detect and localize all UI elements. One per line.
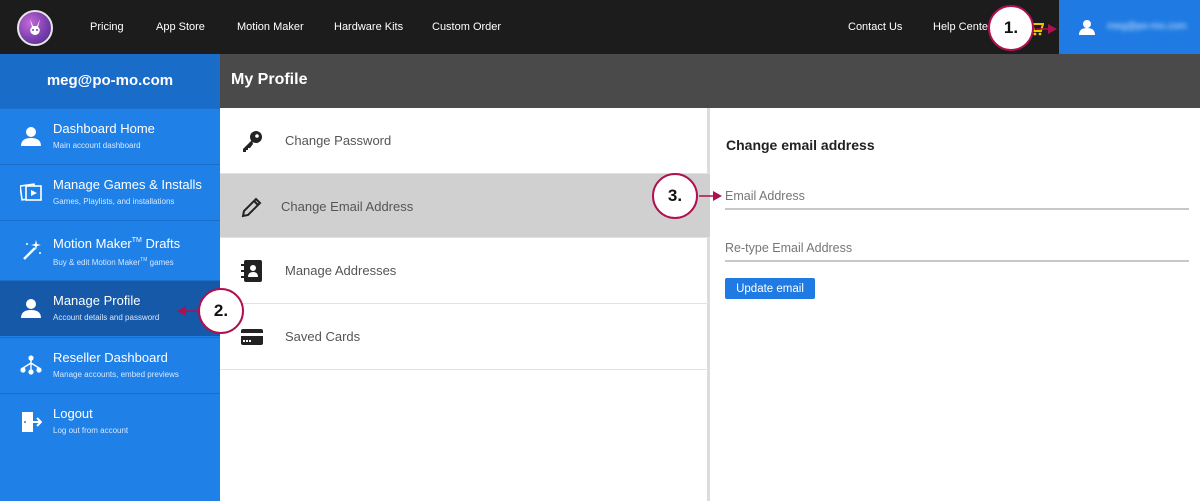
sidebar-item-subtitle: Games, Playlists, and installations bbox=[53, 197, 175, 206]
network-icon bbox=[20, 355, 42, 375]
menu-item-label: Change Password bbox=[285, 133, 392, 148]
retype-email-field[interactable] bbox=[725, 236, 1189, 262]
update-email-button[interactable]: Update email bbox=[725, 278, 815, 299]
sidebar-item-subtitle: Buy & edit Motion MakerTM games bbox=[53, 257, 174, 267]
callout-arrow-icon bbox=[1036, 24, 1057, 34]
sidebar-item-subtitle: Main account dashboard bbox=[53, 141, 141, 150]
form-title: Change email address bbox=[726, 137, 875, 153]
subtitle-text: Buy & edit Motion Maker bbox=[53, 258, 141, 267]
nav-motion-maker[interactable]: Motion Maker bbox=[237, 21, 304, 33]
trademark-mark: TM bbox=[131, 237, 142, 244]
account-menu-button[interactable]: meg@po-mo.com bbox=[1059, 0, 1200, 54]
menu-item-label: Saved Cards bbox=[285, 329, 361, 344]
user-icon bbox=[21, 299, 41, 318]
magic-wand-icon bbox=[23, 240, 41, 260]
media-icon bbox=[20, 183, 42, 201]
sidebar-item-title: Manage Profile bbox=[53, 293, 141, 308]
step-callout-1: 1. bbox=[988, 5, 1034, 51]
key-icon bbox=[243, 131, 262, 152]
sidebar-item-motion-maker-drafts[interactable]: Motion MakerTM Drafts Buy & edit Motion … bbox=[0, 220, 220, 279]
menu-item-change-password[interactable]: Change Password bbox=[220, 108, 710, 174]
menu-item-saved-cards[interactable]: Saved Cards bbox=[220, 304, 710, 370]
callout-arrow-icon bbox=[177, 306, 198, 316]
brand-logo[interactable] bbox=[17, 10, 53, 46]
nav-help-center[interactable]: Help Center bbox=[933, 21, 992, 33]
sidebar-user-email: meg@po-mo.com bbox=[0, 54, 220, 108]
nav-app-store[interactable]: App Store bbox=[156, 21, 205, 33]
nav-hardware-kits[interactable]: Hardware Kits bbox=[334, 21, 403, 33]
sidebar-item-title: Dashboard Home bbox=[53, 121, 155, 136]
nav-contact-us[interactable]: Contact Us bbox=[848, 21, 902, 33]
account-sidebar: meg@po-mo.com Dashboard Home Main accoun… bbox=[0, 54, 220, 501]
user-icon bbox=[1079, 20, 1095, 35]
nav-pricing[interactable]: Pricing bbox=[90, 21, 124, 33]
sidebar-item-subtitle: Log out from account bbox=[53, 426, 129, 435]
sidebar-item-subtitle: Manage accounts, embed previews bbox=[53, 370, 179, 379]
user-icon bbox=[21, 127, 41, 146]
sidebar-item-title: Motion MakerTM Drafts bbox=[53, 236, 180, 251]
step-callout-2: 2. bbox=[198, 288, 244, 334]
title-text: Motion Maker bbox=[53, 236, 132, 251]
address-book-icon bbox=[241, 260, 262, 282]
sidebar-item-title: Logout bbox=[53, 406, 93, 421]
callout-arrow-icon bbox=[699, 191, 722, 201]
profile-settings-menu: Change Password Change Email Address Man… bbox=[220, 108, 710, 501]
sidebar-item-title: Reseller Dashboard bbox=[53, 350, 168, 365]
nav-custom-order[interactable]: Custom Order bbox=[432, 21, 501, 33]
page-title: My Profile bbox=[231, 71, 308, 88]
pencil-icon bbox=[241, 197, 262, 218]
rabbit-icon bbox=[30, 19, 40, 35]
account-email: meg@po-mo.com bbox=[1107, 21, 1187, 32]
menu-item-label: Change Email Address bbox=[281, 199, 414, 214]
menu-item-change-email[interactable]: Change Email Address bbox=[220, 174, 710, 238]
sidebar-item-title: Manage Games & Installs bbox=[53, 177, 202, 192]
title-text-end: Drafts bbox=[141, 236, 181, 251]
page-header: My Profile bbox=[220, 54, 1200, 108]
logout-icon bbox=[22, 412, 42, 432]
sidebar-item-subtitle: Account details and password bbox=[53, 313, 160, 322]
sidebar-item-dashboard-home[interactable]: Dashboard Home Main account dashboard bbox=[0, 108, 220, 164]
menu-item-manage-addresses[interactable]: Manage Addresses bbox=[220, 238, 710, 304]
credit-card-icon bbox=[241, 329, 263, 345]
subtitle-text-end: games bbox=[147, 258, 174, 267]
sidebar-item-reseller-dashboard[interactable]: Reseller Dashboard Manage accounts, embe… bbox=[0, 337, 220, 393]
email-field[interactable] bbox=[725, 184, 1189, 210]
step-callout-3: 3. bbox=[652, 173, 698, 219]
menu-item-label: Manage Addresses bbox=[285, 263, 397, 278]
sidebar-item-logout[interactable]: Logout Log out from account bbox=[0, 393, 220, 449]
sidebar-item-manage-games[interactable]: Manage Games & Installs Games, Playlists… bbox=[0, 164, 220, 220]
